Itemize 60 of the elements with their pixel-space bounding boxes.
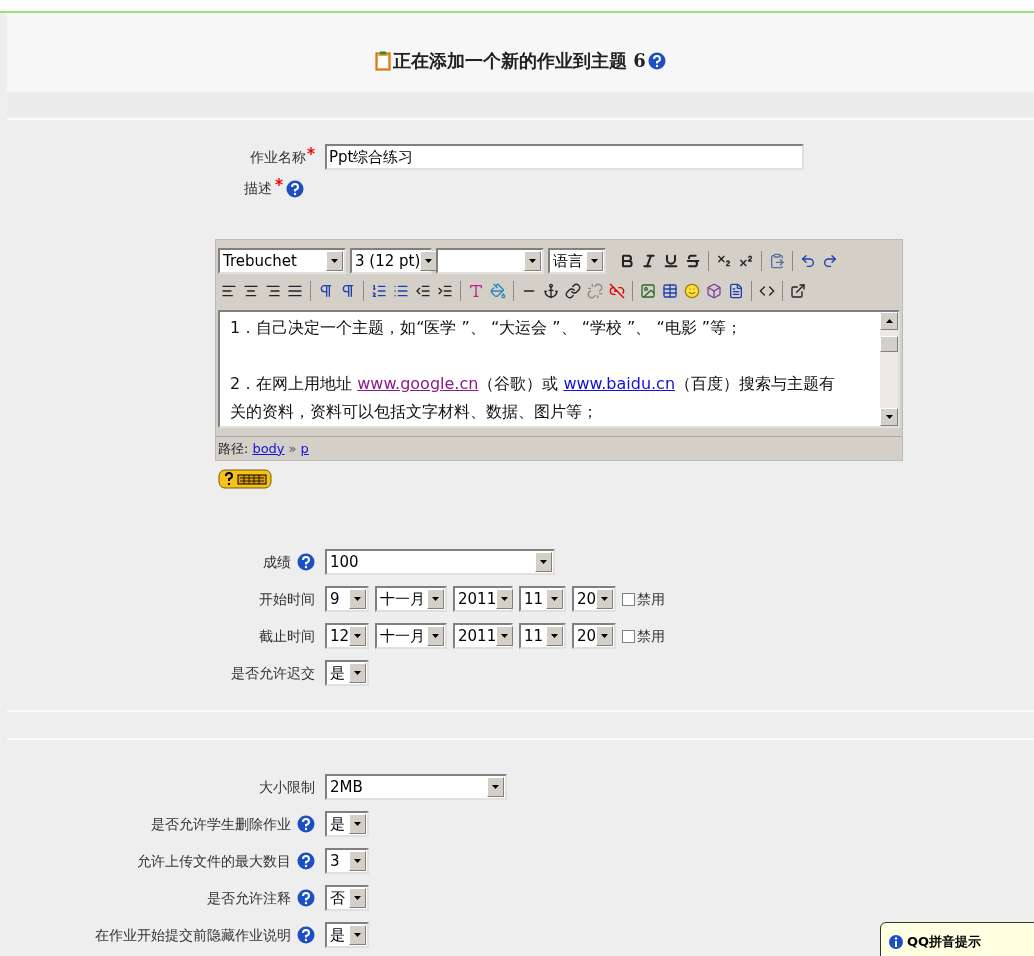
checkbox-label: 禁用: [637, 626, 665, 646]
select-field[interactable]: 11: [519, 586, 566, 612]
select-field[interactable]: 3: [325, 848, 369, 874]
path-separator: »: [288, 439, 297, 458]
scrollbar[interactable]: [880, 312, 898, 426]
clipboard-icon: [375, 50, 392, 71]
select-field[interactable]: 12: [325, 623, 369, 649]
select-field[interactable]: 20: [572, 586, 616, 612]
field-label: 大小限制: [259, 777, 315, 797]
help-icon[interactable]: [297, 852, 315, 870]
help-icon[interactable]: [297, 926, 315, 944]
field-label: 在作业开始提交前隐藏作业说明: [95, 925, 291, 945]
select-field[interactable]: 20: [572, 623, 616, 649]
disable-checkbox[interactable]: [622, 592, 635, 606]
path-link[interactable]: body: [252, 438, 285, 459]
paragraph: 1．自己决定一个主题，如“医学 ”、 “大运会 ”、 “学校 ”、 “电影 ”等；: [230, 317, 744, 339]
field-label: 描述: [244, 179, 272, 198]
select-field[interactable]: Trebuchet: [218, 248, 346, 274]
select-field[interactable]: 9: [325, 586, 369, 612]
select-field[interactable]: 11: [519, 623, 566, 649]
path-link[interactable]: p: [300, 438, 309, 459]
popup-title: QQ拼音提示: [907, 935, 982, 949]
help-icon[interactable]: [297, 553, 315, 571]
path-label: 路径:: [218, 439, 249, 458]
select-field[interactable]: 是: [325, 811, 369, 837]
keyboard-help-icon[interactable]: [218, 469, 272, 489]
field-label: 是否允许注释: [207, 888, 291, 908]
scroll-up-icon[interactable]: [880, 312, 898, 330]
info-icon: [889, 935, 903, 949]
select-field[interactable]: 2011: [453, 623, 513, 649]
select-field[interactable]: 十一月: [375, 623, 447, 649]
select-field[interactable]: 语言: [548, 248, 606, 274]
scroll-thumb[interactable]: [880, 336, 898, 352]
field-label: 成绩: [263, 552, 291, 572]
scroll-down-icon[interactable]: [880, 408, 898, 426]
select-field[interactable]: 是: [325, 922, 369, 948]
select-field[interactable]: 100: [325, 549, 555, 575]
field-label: 截止时间: [259, 626, 315, 646]
field-label: 开始时间: [259, 589, 315, 609]
help-icon[interactable]: [647, 51, 666, 70]
select-field[interactable]: 否: [325, 885, 369, 911]
select-field[interactable]: 是: [325, 660, 369, 686]
help-icon[interactable]: [286, 179, 304, 198]
select-field[interactable]: [436, 248, 544, 274]
disable-checkbox[interactable]: [622, 629, 635, 643]
text-field[interactable]: Ppt综合练习: [325, 144, 804, 170]
select-field[interactable]: 十一月: [375, 586, 447, 612]
checkbox-label: 禁用: [637, 589, 665, 609]
field-label: 作业名称: [250, 147, 306, 167]
select-field[interactable]: 2MB: [325, 774, 507, 800]
field-label: 是否允许学生删除作业: [151, 814, 291, 834]
field-label: 是否允许迟交: [231, 663, 315, 683]
link[interactable]: www.google.cn: [357, 374, 479, 393]
field-label: 允许上传文件的最大数目: [137, 851, 291, 871]
select-field[interactable]: 2011: [453, 586, 513, 612]
link[interactable]: www.baidu.cn: [563, 374, 676, 393]
help-icon[interactable]: [297, 889, 315, 907]
page-title: 正在添加一个新的作业到主题 6: [393, 49, 646, 73]
help-icon[interactable]: [297, 815, 315, 833]
paragraph: 2．在网上用地址 www.google.cn（谷歌）或 www.baidu.cn（百度）搜索与主题有关的资料，资料可以包括文字材料、数据、图片等；: [230, 373, 837, 423]
